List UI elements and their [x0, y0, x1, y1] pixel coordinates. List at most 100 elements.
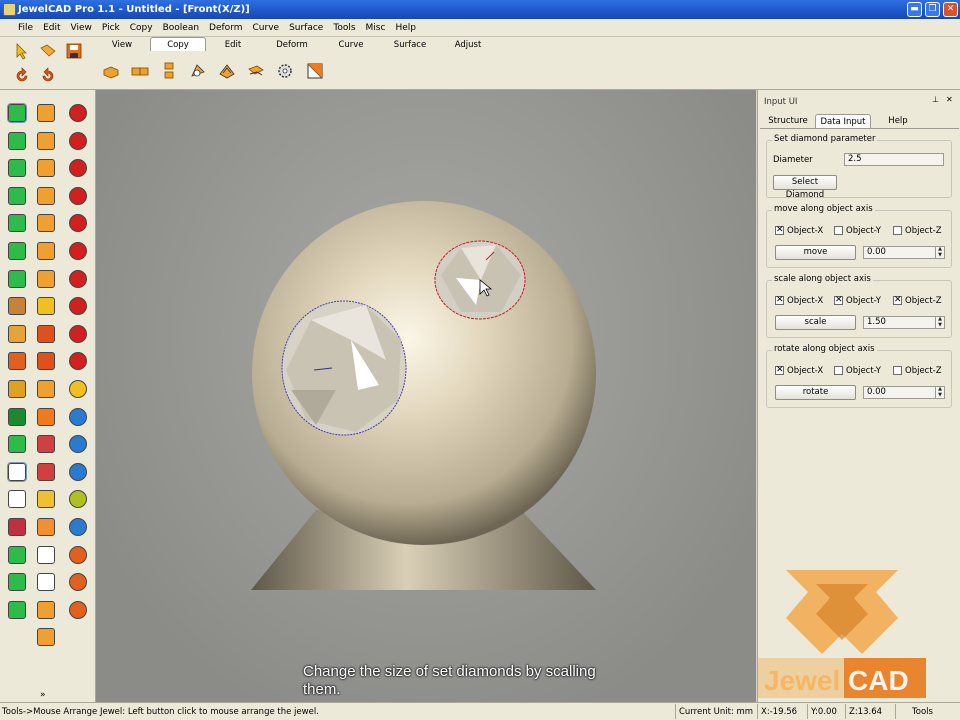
- scale-x-checkbox[interactable]: ✕: [775, 296, 784, 305]
- left-tool-c2-r11-icon[interactable]: [37, 380, 55, 398]
- left-tool-c3-r3-icon[interactable]: [69, 159, 87, 178]
- menu-tools[interactable]: Tools: [328, 19, 360, 37]
- left-tool-c1-r1-icon[interactable]: [7, 103, 27, 123]
- tab-data-input[interactable]: Data Input: [815, 114, 871, 128]
- left-tool-c2-r2-icon[interactable]: [37, 131, 55, 150]
- left-tool-c3-r9-icon[interactable]: [69, 324, 87, 343]
- tab-edit[interactable]: Edit: [210, 37, 256, 51]
- rotate-x-checkbox[interactable]: ✕: [775, 366, 784, 375]
- copy-tool-1-icon[interactable]: [102, 62, 120, 80]
- maximize-button[interactable]: ❐: [925, 2, 940, 17]
- left-tool-c3-r10-icon[interactable]: [69, 352, 87, 371]
- menu-misc[interactable]: Misc: [361, 19, 391, 37]
- diameter-field[interactable]: 2.5: [844, 153, 944, 166]
- undo-icon[interactable]: [13, 67, 31, 85]
- copy-gear-icon[interactable]: [276, 62, 294, 80]
- left-tool-c3-r15-icon[interactable]: [69, 490, 87, 509]
- redo-icon[interactable]: [39, 67, 57, 85]
- left-tool-c1-r13-icon[interactable]: [8, 435, 26, 454]
- rotate-button[interactable]: rotate: [775, 385, 856, 400]
- left-tool-c3-r11-icon[interactable]: [69, 380, 87, 398]
- left-tool-c1-r6-icon[interactable]: [8, 242, 26, 260]
- left-tool-c2-r1-icon[interactable]: [37, 104, 55, 122]
- rotate-y-checkbox[interactable]: [834, 366, 843, 375]
- copy-mirror-icon[interactable]: [306, 62, 324, 80]
- scale-button[interactable]: scale: [775, 315, 856, 330]
- move-x-checkbox[interactable]: ✕: [775, 226, 784, 235]
- panel-close-icon[interactable]: ✕: [946, 95, 953, 104]
- left-tool-c3-r6-icon[interactable]: [69, 242, 87, 260]
- left-tool-c1-r4-icon[interactable]: [8, 186, 26, 205]
- left-tool-c3-r12-icon[interactable]: [69, 407, 87, 426]
- copy-tool-4-icon[interactable]: [189, 62, 207, 80]
- pick-arrow-icon[interactable]: [13, 42, 31, 60]
- scale-y-checkbox[interactable]: ✕: [834, 296, 843, 305]
- left-tool-c1-r18-icon[interactable]: [8, 573, 26, 592]
- menu-edit[interactable]: Edit: [38, 19, 65, 37]
- tab-surface[interactable]: Surface: [384, 37, 436, 51]
- menu-copy[interactable]: Copy: [125, 19, 158, 37]
- tab-adjust[interactable]: Adjust: [444, 37, 492, 51]
- tab-deform[interactable]: Deform: [266, 37, 318, 51]
- left-tool-c1-r8-icon[interactable]: [8, 297, 26, 316]
- menu-view[interactable]: View: [66, 19, 97, 37]
- copy-tool-3-icon[interactable]: [160, 62, 178, 80]
- left-tool-c2-r20-icon[interactable]: [37, 628, 55, 647]
- open-file-icon[interactable]: [39, 42, 57, 60]
- move-value-field[interactable]: 0.00: [863, 246, 945, 259]
- left-tool-c2-r16-icon[interactable]: [37, 518, 55, 536]
- scale-spinner-icon[interactable]: ▲ ▼: [935, 316, 944, 329]
- close-button[interactable]: ✕: [943, 2, 958, 17]
- minimize-button[interactable]: ▬: [907, 2, 922, 17]
- left-tool-c1-r17-icon[interactable]: [8, 545, 26, 564]
- tab-view[interactable]: View: [100, 37, 144, 51]
- left-tool-c3-r4-icon[interactable]: [69, 186, 87, 205]
- left-tool-c3-r7-icon[interactable]: [69, 269, 87, 288]
- left-tool-c1-r15-icon[interactable]: [8, 490, 26, 509]
- left-tool-c1-r16-icon[interactable]: [8, 518, 26, 536]
- left-tool-c3-r18-icon[interactable]: [69, 573, 87, 592]
- left-tool-c1-r10-icon[interactable]: [8, 352, 26, 371]
- left-tool-c2-r7-icon[interactable]: [37, 269, 55, 288]
- left-tool-c3-r1-icon[interactable]: [69, 104, 87, 122]
- tab-help[interactable]: Help: [876, 114, 920, 128]
- expand-toolbar-icon[interactable]: »: [40, 690, 46, 700]
- menu-curve[interactable]: Curve: [248, 19, 285, 37]
- left-tool-c2-r3-icon[interactable]: [37, 159, 55, 178]
- scale-value-field[interactable]: 1.50: [863, 316, 945, 329]
- left-tool-c2-r15-icon[interactable]: [37, 490, 55, 509]
- left-tool-c3-r14-icon[interactable]: [69, 462, 87, 481]
- left-tool-c2-r12-icon[interactable]: [37, 407, 55, 426]
- left-tool-c2-r9-icon[interactable]: [37, 324, 55, 343]
- left-tool-c1-r14-icon[interactable]: [7, 461, 27, 482]
- menu-boolean[interactable]: Boolean: [158, 19, 204, 37]
- left-tool-c3-r19-icon[interactable]: [69, 600, 87, 619]
- left-tool-c1-r11-icon[interactable]: [8, 380, 26, 398]
- left-tool-c3-r13-icon[interactable]: [69, 435, 87, 454]
- left-tool-c2-r13-icon[interactable]: [37, 435, 55, 454]
- copy-tool-2-icon[interactable]: [131, 62, 149, 80]
- move-spinner-icon[interactable]: ▲ ▼: [935, 246, 944, 259]
- menu-deform[interactable]: Deform: [204, 19, 247, 37]
- move-button[interactable]: move: [775, 245, 856, 260]
- copy-tool-5-icon[interactable]: [218, 62, 236, 80]
- move-z-checkbox[interactable]: [893, 226, 902, 235]
- left-tool-c3-r8-icon[interactable]: [69, 297, 87, 316]
- tab-structure[interactable]: Structure: [766, 114, 810, 128]
- move-y-checkbox[interactable]: [834, 226, 843, 235]
- left-tool-c2-r4-icon[interactable]: [37, 186, 55, 205]
- tab-curve[interactable]: Curve: [326, 37, 376, 51]
- rotate-z-checkbox[interactable]: [893, 366, 902, 375]
- pin-icon[interactable]: ⊥: [932, 95, 939, 104]
- menu-pick[interactable]: Pick: [97, 19, 125, 37]
- left-tool-c2-r6-icon[interactable]: [37, 242, 55, 260]
- rotate-value-field[interactable]: 0.00: [863, 386, 945, 399]
- left-tool-c2-r8-icon[interactable]: [37, 297, 55, 316]
- left-tool-c1-r12-icon[interactable]: [8, 407, 26, 426]
- save-file-icon[interactable]: [65, 42, 83, 60]
- select-diamond-button[interactable]: Select Diamond: [773, 175, 837, 200]
- left-tool-c3-r5-icon[interactable]: [69, 214, 87, 233]
- left-tool-c3-r16-icon[interactable]: [69, 518, 87, 536]
- rotate-spinner-icon[interactable]: ▲ ▼: [935, 386, 944, 399]
- left-tool-c2-r14-icon[interactable]: [37, 462, 55, 481]
